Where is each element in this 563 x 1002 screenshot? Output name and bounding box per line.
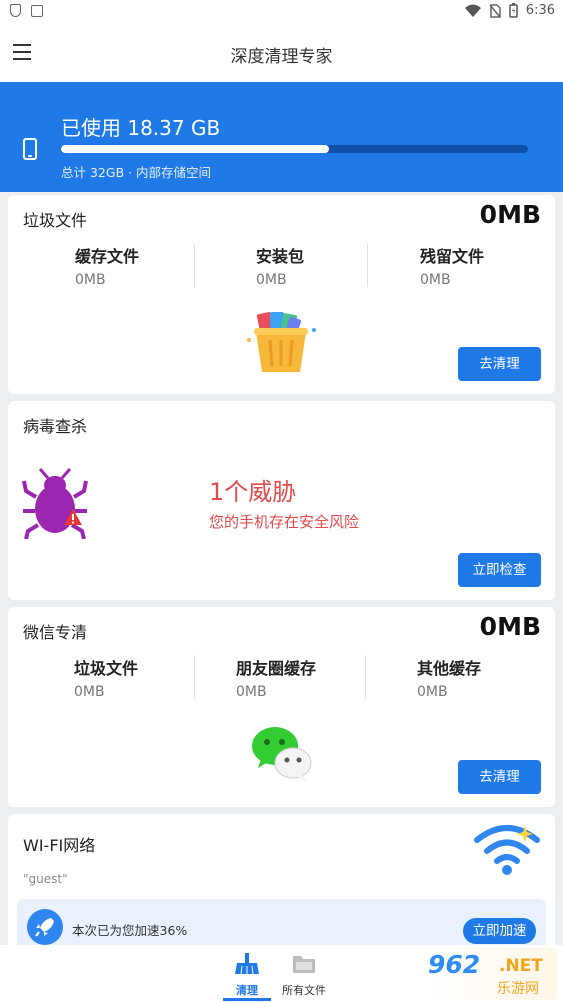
stat-value: 0MB xyxy=(256,272,287,288)
virus-card-title: 病毒查杀 xyxy=(23,417,88,436)
storage-summary: 已使用 18.37 GB 总计 32GB · 内部存储空间 xyxy=(0,82,563,192)
stat-value: 0MB xyxy=(75,272,106,288)
phone-icon xyxy=(23,138,37,160)
junk-stats: 缓存文件 0MB 安装包 0MB 残留文件 0MB xyxy=(8,243,555,288)
stat-value: 0MB xyxy=(236,684,267,700)
junk-files-card: 垃圾文件 0MB 缓存文件 0MB 安装包 0MB 残留文件 0MB 去清理 xyxy=(8,195,555,394)
wechat-stat-junk: 垃圾文件 0MB xyxy=(74,655,139,700)
speed-boost-text: 本次已为您加速36% xyxy=(72,923,188,938)
shield-icon xyxy=(10,4,21,17)
clock: 6:36 xyxy=(525,3,555,18)
junk-stat-cache: 缓存文件 0MB xyxy=(75,243,140,288)
watermark-logo: 962 .NET 乐游网 xyxy=(424,948,557,1000)
rocket-icon xyxy=(27,909,63,945)
stat-label: 朋友圈缓存 xyxy=(236,659,317,678)
junk-card-title: 垃圾文件 xyxy=(23,211,88,230)
junk-stat-apk: 安装包 0MB xyxy=(256,243,305,288)
wifi-card-title: WI-FI网络 xyxy=(23,836,96,855)
nav-active-indicator xyxy=(223,998,271,1001)
stat-label: 垃圾文件 xyxy=(74,659,139,678)
stat-value: 0MB xyxy=(420,272,451,288)
wechat-clean-button[interactable]: 去清理 xyxy=(458,760,541,794)
junk-card-amount: 0MB xyxy=(479,200,541,229)
wechat-stat-moments: 朋友圈缓存 0MB xyxy=(236,655,317,700)
virus-scan-card: 病毒查杀 1个威胁 您的手机存在安全风险 立即检查 xyxy=(8,401,555,600)
nav-label: 所有文件 xyxy=(282,984,326,997)
watermark-domain: .NET xyxy=(499,956,543,976)
divider xyxy=(194,243,195,287)
threat-info: 1个威胁 您的手机存在安全风险 xyxy=(209,472,359,532)
nav-label: 清理 xyxy=(236,984,258,997)
broom-icon xyxy=(235,953,259,975)
storage-total-text: 总计 32GB · 内部存储空间 xyxy=(61,165,212,180)
bug-icon xyxy=(22,468,88,539)
wechat-stat-other: 其他缓存 0MB xyxy=(417,655,482,700)
wifi-icon xyxy=(474,825,540,875)
storage-progress-fill xyxy=(61,145,330,153)
watermark-site-name: 乐游网 xyxy=(497,981,539,997)
trash-can-icon xyxy=(247,312,316,372)
page-title: 深度清理专家 xyxy=(230,47,333,67)
status-bar: 6:36 xyxy=(0,0,563,24)
storage-progress-bar xyxy=(61,145,528,153)
threat-count: 1个威胁 xyxy=(209,478,297,506)
folder-icon xyxy=(293,956,315,973)
wechat-card-title: 微信专清 xyxy=(23,623,88,642)
no-sim-icon xyxy=(489,3,501,18)
nav-item-clean[interactable]: 清理 xyxy=(234,953,260,998)
wifi-card: WI-FI网络 "guest" 本次已为您加速36% 立即加速 xyxy=(8,814,555,959)
storage-used-text: 已使用 18.37 GB xyxy=(61,116,221,140)
stat-label: 残留文件 xyxy=(420,247,485,266)
stat-label: 缓存文件 xyxy=(75,247,140,266)
virus-check-button[interactable]: 立即检查 xyxy=(458,553,541,587)
app-bar: 深度清理专家 xyxy=(0,24,563,82)
notification-icon xyxy=(31,4,43,17)
wifi-ssid: "guest" xyxy=(23,872,68,886)
junk-stat-residual: 残留文件 0MB xyxy=(420,243,485,288)
divider xyxy=(194,655,195,699)
speed-boost-button[interactable]: 立即加速 xyxy=(463,918,536,944)
wechat-clean-card: 微信专清 0MB 垃圾文件 0MB 朋友圈缓存 0MB 其他缓存 0MB 去清理 xyxy=(8,607,555,807)
battery-icon xyxy=(509,3,518,18)
junk-clean-button[interactable]: 去清理 xyxy=(458,347,541,381)
wechat-stats: 垃圾文件 0MB 朋友圈缓存 0MB 其他缓存 0MB xyxy=(8,655,555,700)
stat-value: 0MB xyxy=(417,684,448,700)
threat-description: 您的手机存在安全风险 xyxy=(209,513,360,531)
wifi-signal-icon xyxy=(464,4,481,17)
wechat-card-amount: 0MB xyxy=(479,612,541,641)
divider xyxy=(365,655,366,699)
watermark-number: 962 xyxy=(428,950,481,979)
divider xyxy=(367,243,368,287)
nav-item-all-files[interactable]: 所有文件 xyxy=(282,953,326,998)
wechat-icon xyxy=(252,727,312,782)
stat-label: 其他缓存 xyxy=(417,659,482,678)
stat-value: 0MB xyxy=(74,684,105,700)
stat-label: 安装包 xyxy=(256,247,305,266)
